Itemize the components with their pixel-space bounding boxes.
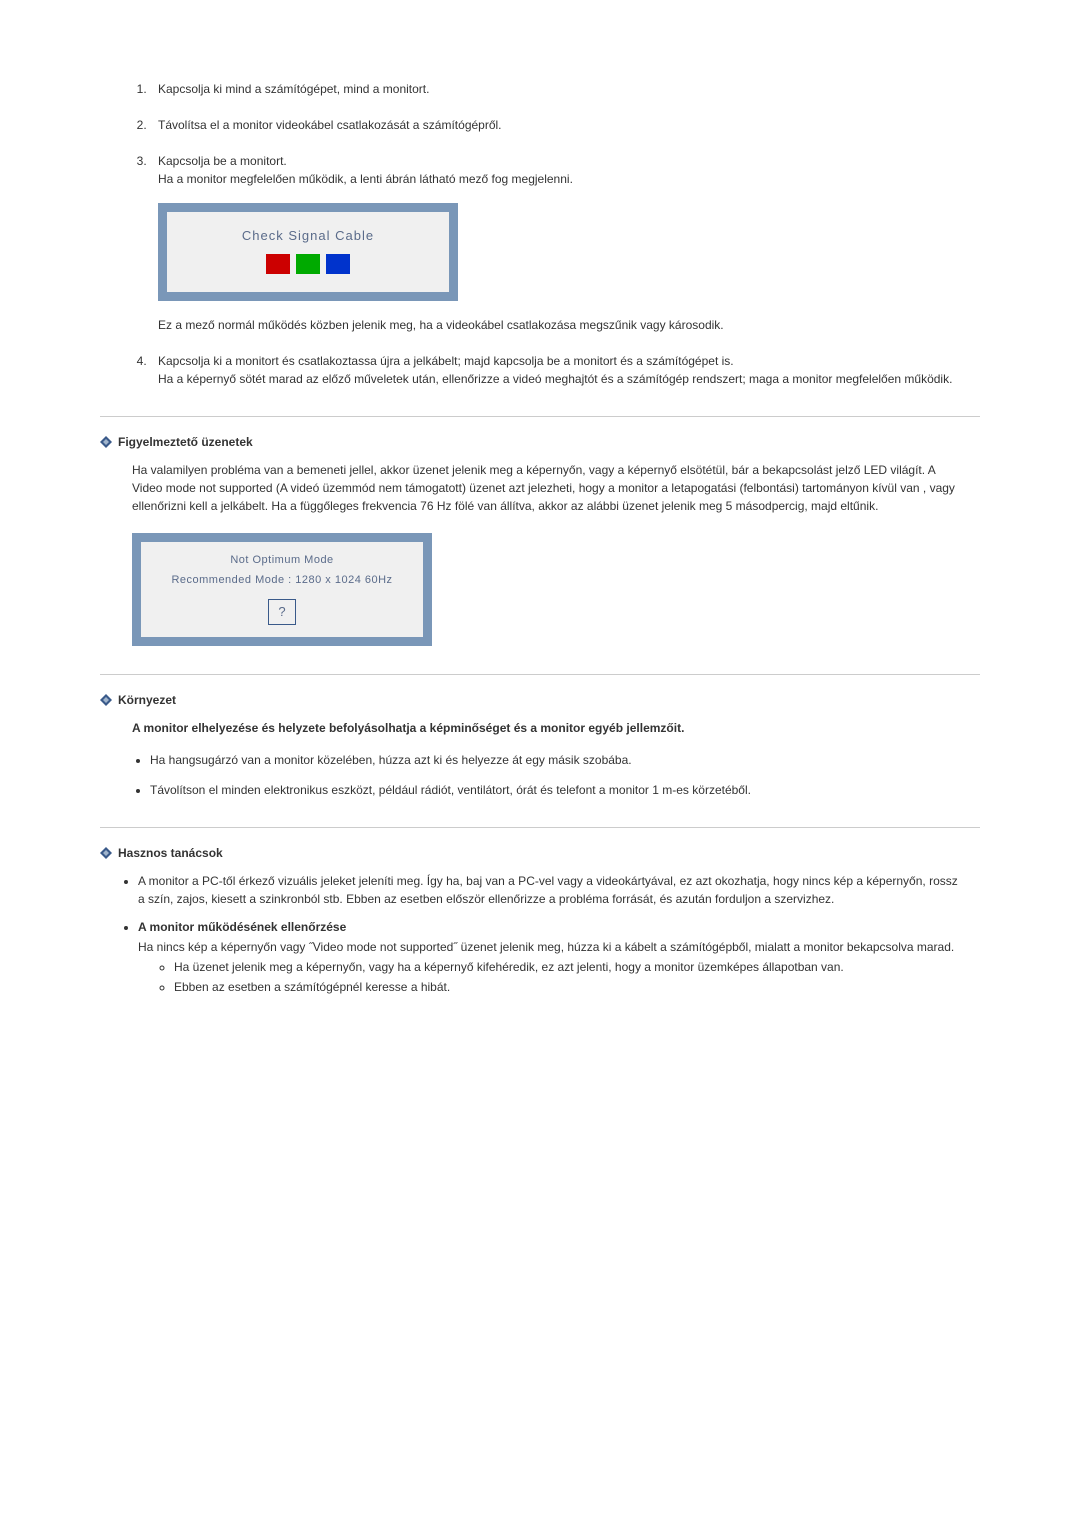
environment-list: Ha hangsugárzó van a monitor közelében, …: [132, 751, 960, 799]
step-text: Kapcsolja ki a monitort és csatlakoztass…: [158, 354, 734, 368]
step-text: Kapcsolja be a monitort.: [158, 154, 287, 168]
rgb-squares: [167, 254, 449, 274]
step-4: Kapcsolja ki a monitort és csatlakoztass…: [150, 352, 980, 388]
step-3: Kapcsolja be a monitort. Ha a monitor me…: [150, 152, 980, 334]
step-text: Távolítsa el a monitor videokábel csatla…: [158, 118, 502, 132]
monitor-message: Check Signal Cable: [167, 226, 449, 246]
question-square: ?: [268, 599, 296, 625]
bullet-diamond-icon: [100, 694, 112, 706]
step-text: Ha a képernyő sötét marad az előző művel…: [158, 372, 952, 386]
item-text: A monitor a PC-től érkező vizuális jelek…: [138, 874, 958, 906]
warning-heading: Figyelmeztető üzenetek: [100, 435, 980, 449]
step-text: Ez a mező normál működés közben jelenik …: [158, 318, 724, 332]
step-2: Távolítsa el a monitor videokábel csatla…: [150, 116, 980, 134]
monitor-line1: Not Optimum Mode: [141, 552, 423, 569]
tips-body: A monitor a PC-től érkező vizuális jelek…: [100, 872, 980, 996]
environment-body: A monitor elhelyezése és helyzete befoly…: [100, 719, 980, 799]
procedure-list: Kapcsolja ki mind a számítógépet, mind a…: [100, 80, 980, 388]
green-square-icon: [296, 254, 320, 274]
not-optimum-box: Not Optimum Mode Recommended Mode : 1280…: [132, 533, 432, 646]
divider: [100, 674, 980, 675]
monitor-inner: Not Optimum Mode Recommended Mode : 1280…: [141, 542, 423, 637]
warning-body: Ha valamilyen probléma van a bemeneti je…: [100, 461, 980, 646]
list-item: A monitor működésének ellenőrzése Ha nin…: [138, 918, 960, 996]
check-signal-box: Check Signal Cable: [158, 203, 458, 301]
bullet-diamond-icon: [100, 436, 112, 448]
list-item: Ha üzenet jelenik meg a képernyőn, vagy …: [174, 958, 960, 976]
list-item: Ha hangsugárzó van a monitor közelében, …: [150, 751, 960, 769]
environment-intro: A monitor elhelyezése és helyzete befoly…: [132, 719, 960, 737]
item-text: Távolítson el minden elektronikus eszköz…: [150, 783, 751, 797]
bullet-diamond-icon: [100, 847, 112, 859]
sub-title: A monitor működésének ellenőrzése: [138, 918, 960, 936]
step-text: Kapcsolja ki mind a számítógépet, mind a…: [158, 82, 429, 96]
divider: [100, 416, 980, 417]
list-item: A monitor a PC-től érkező vizuális jelek…: [138, 872, 960, 908]
section-title: Hasznos tanácsok: [118, 846, 223, 860]
section-title: Figyelmeztető üzenetek: [118, 435, 253, 449]
step-text: Ha a monitor megfelelően működik, a lent…: [158, 172, 573, 186]
sub-list: Ha üzenet jelenik meg a képernyőn, vagy …: [138, 958, 960, 996]
monitor-inner: Check Signal Cable: [167, 212, 449, 292]
item-text: Ebben az esetben a számítógépnél keresse…: [174, 980, 450, 994]
divider: [100, 827, 980, 828]
tips-list: A monitor a PC-től érkező vizuális jelek…: [120, 872, 960, 996]
item-text: Ha üzenet jelenik meg a képernyőn, vagy …: [174, 960, 844, 974]
tips-heading: Hasznos tanácsok: [100, 846, 980, 860]
step-1: Kapcsolja ki mind a számítógépet, mind a…: [150, 80, 980, 98]
question-mark-icon: ?: [278, 602, 285, 622]
red-square-icon: [266, 254, 290, 274]
list-item: Távolítson el minden elektronikus eszköz…: [150, 781, 960, 799]
section-title: Környezet: [118, 693, 176, 707]
item-text: Ha nincs kép a képernyőn vagy ˝Video mod…: [138, 940, 954, 954]
monitor-line2: Recommended Mode : 1280 x 1024 60Hz: [141, 572, 423, 589]
item-text: Ha hangsugárzó van a monitor közelében, …: [150, 753, 632, 767]
list-item: Ebben az esetben a számítógépnél keresse…: [174, 978, 960, 996]
environment-heading: Környezet: [100, 693, 980, 707]
blue-square-icon: [326, 254, 350, 274]
warning-text: Ha valamilyen probléma van a bemeneti je…: [132, 461, 960, 515]
